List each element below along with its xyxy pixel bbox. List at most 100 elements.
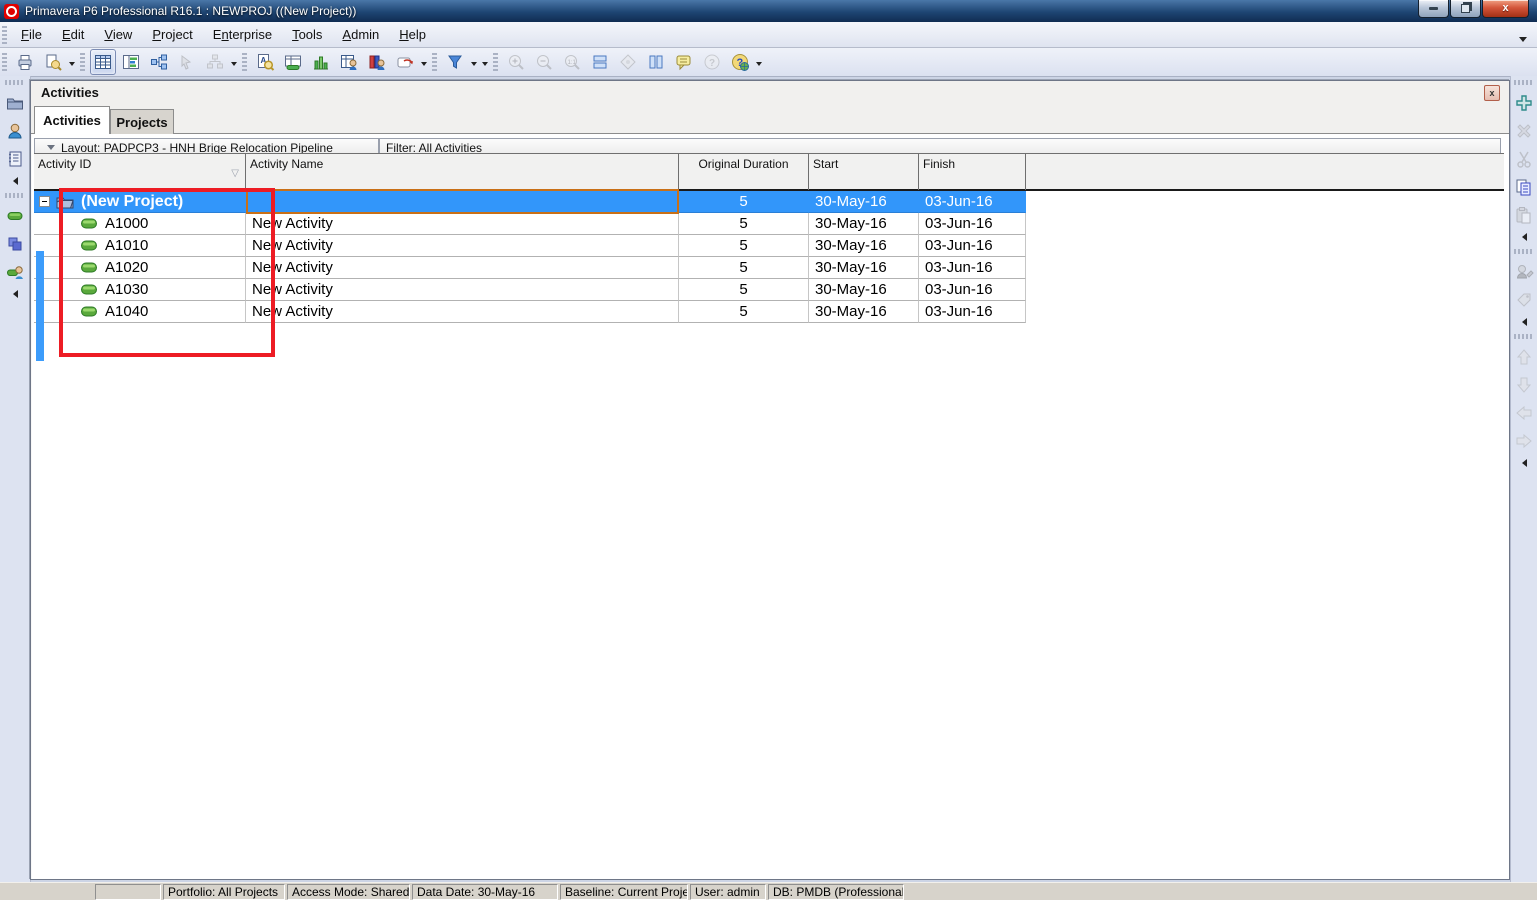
finish-cell[interactable]: 03-Jun-16 [919, 301, 1026, 323]
overflow-menu-icon[interactable] [482, 53, 488, 71]
projects-icon[interactable] [3, 91, 27, 115]
split-horizontal-icon[interactable] [587, 49, 613, 75]
start-cell[interactable]: 30-May-16 [809, 301, 919, 323]
find-icon[interactable]: A [252, 49, 278, 75]
wbs-icon[interactable] [3, 232, 27, 256]
toolbar-grip[interactable] [242, 53, 247, 71]
online-help-icon[interactable]: ? [727, 49, 753, 75]
table-row-a1000[interactable]: A1000New Activity530-May-1603-Jun-16 [34, 213, 1026, 235]
filter-dropdown-icon[interactable] [471, 53, 477, 71]
finish-cell[interactable]: 03-Jun-16 [919, 213, 1026, 235]
column-header-activity-name[interactable]: Activity Name [246, 154, 679, 190]
table-row-a1040[interactable]: A1040New Activity530-May-1603-Jun-16 [34, 301, 1026, 323]
activity-name-cell[interactable]: New Activity [246, 279, 679, 301]
toolbar-grip[interactable] [2, 53, 7, 71]
original-duration-cell[interactable]: 5 [679, 213, 809, 235]
resource-usage-spreadsheet-icon[interactable] [364, 49, 390, 75]
collapse-toolbar-icon[interactable] [1522, 318, 1527, 326]
print-icon[interactable] [12, 49, 38, 75]
collapse-toolbar-icon[interactable] [13, 290, 18, 298]
menubar-overflow-icon[interactable] [1519, 30, 1527, 45]
filter-icon[interactable] [442, 49, 468, 75]
table-row-a1020[interactable]: A1020New Activity530-May-1603-Jun-16 [34, 257, 1026, 279]
menu-project[interactable]: Project [142, 24, 202, 45]
column-header-finish[interactable]: Finish [919, 154, 1026, 190]
column-header-original-duration[interactable]: Original Duration [679, 154, 809, 190]
start-cell[interactable]: 30-May-16 [809, 279, 919, 301]
original-duration-cell[interactable]: 5 [679, 235, 809, 257]
split-vertical-icon[interactable] [643, 49, 669, 75]
activity-name-cell[interactable]: New Activity [246, 257, 679, 279]
activity-name-cell[interactable]: New Activity [246, 301, 679, 323]
collapse-toolbar-icon[interactable] [13, 177, 18, 185]
original-duration-cell[interactable]: 5 [679, 301, 809, 323]
overflow-menu-icon[interactable] [69, 53, 75, 71]
menu-edit[interactable]: Edit [52, 24, 94, 45]
overflow-menu-icon[interactable] [756, 53, 762, 71]
resource-assignments-icon[interactable] [3, 260, 27, 284]
activity-id-cell[interactable]: A1040 [34, 301, 246, 323]
overflow-menu-icon[interactable] [421, 53, 427, 71]
menu-tools[interactable]: Tools [282, 24, 332, 45]
activity-id-cell[interactable]: A1030 [34, 279, 246, 301]
toolbar-grip[interactable] [1514, 334, 1534, 339]
activity-name-cell[interactable]: New Activity [246, 235, 679, 257]
overflow-menu-icon[interactable] [231, 53, 237, 71]
print-preview-icon[interactable] [40, 49, 66, 75]
panel-close-button[interactable]: x [1484, 85, 1500, 101]
minimize-button[interactable] [1418, 0, 1449, 18]
menu-help[interactable]: Help [389, 24, 436, 45]
column-header-start[interactable]: Start [809, 154, 919, 190]
add-icon[interactable] [1512, 91, 1536, 115]
group-row-duration-cell[interactable]: 5 [679, 191, 809, 213]
start-cell[interactable]: 30-May-16 [809, 235, 919, 257]
schedule-icon[interactable] [392, 49, 418, 75]
menu-grip[interactable] [2, 26, 7, 44]
table-row-a1010[interactable]: A1010New Activity530-May-1603-Jun-16 [34, 235, 1026, 257]
collapse-toolbar-icon[interactable] [1522, 459, 1527, 467]
activities-icon[interactable] [3, 204, 27, 228]
close-button[interactable]: x [1482, 0, 1529, 18]
original-duration-cell[interactable]: 5 [679, 257, 809, 279]
toolbar-grip[interactable] [5, 80, 25, 85]
column-header-activity-id[interactable]: Activity ID▽ [34, 154, 246, 190]
activity-network-view-icon[interactable] [146, 49, 172, 75]
column-filter-icon[interactable]: ▽ [231, 168, 239, 179]
activity-id-cell[interactable]: A1020 [34, 257, 246, 279]
menu-file[interactable]: File [11, 24, 52, 45]
finish-cell[interactable]: 03-Jun-16 [919, 257, 1026, 279]
toolbar-grip[interactable] [432, 53, 437, 71]
toolbar-grip[interactable] [493, 53, 498, 71]
finish-cell[interactable]: 03-Jun-16 [919, 235, 1026, 257]
activity-table-icon[interactable] [280, 49, 306, 75]
group-row-new-project[interactable]: (New Project) 530-May-1603-Jun-16 [34, 191, 1026, 213]
toolbar-grip[interactable] [1514, 80, 1534, 85]
start-cell[interactable]: 30-May-16 [809, 213, 919, 235]
copy-icon[interactable] [1512, 175, 1536, 199]
activity-name-cell[interactable]: New Activity [246, 213, 679, 235]
original-duration-cell[interactable]: 5 [679, 279, 809, 301]
tab-projects[interactable]: Projects [110, 109, 174, 134]
resource-profile-icon[interactable] [308, 49, 334, 75]
menu-enterprise[interactable]: Enterprise [203, 24, 282, 45]
group-row-name-cell[interactable] [246, 191, 679, 213]
restore-button[interactable] [1450, 0, 1481, 18]
activity-usage-spreadsheet-icon[interactable] [336, 49, 362, 75]
reports-icon[interactable] [3, 147, 27, 171]
tab-activities[interactable]: Activities [34, 106, 110, 134]
notebook-topics-icon[interactable] [671, 49, 697, 75]
gantt-view-icon[interactable] [118, 49, 144, 75]
toolbar-grip[interactable] [5, 193, 25, 198]
group-row-finish-cell[interactable]: 03-Jun-16 [919, 191, 1026, 213]
finish-cell[interactable]: 03-Jun-16 [919, 279, 1026, 301]
title-bar[interactable]: Primavera P6 Professional R16.1 : NEWPRO… [0, 0, 1537, 22]
toolbar-grip[interactable] [1514, 249, 1534, 254]
menu-admin[interactable]: Admin [332, 24, 389, 45]
group-row-start-cell[interactable]: 30-May-16 [809, 191, 919, 213]
collapse-toolbar-icon[interactable] [1522, 233, 1527, 241]
activity-id-cell[interactable]: A1000 [34, 213, 246, 235]
group-row-id-cell[interactable]: (New Project) [34, 191, 246, 213]
toolbar-grip[interactable] [80, 53, 85, 71]
menu-view[interactable]: View [94, 24, 142, 45]
activity-id-cell[interactable]: A1010 [34, 235, 246, 257]
